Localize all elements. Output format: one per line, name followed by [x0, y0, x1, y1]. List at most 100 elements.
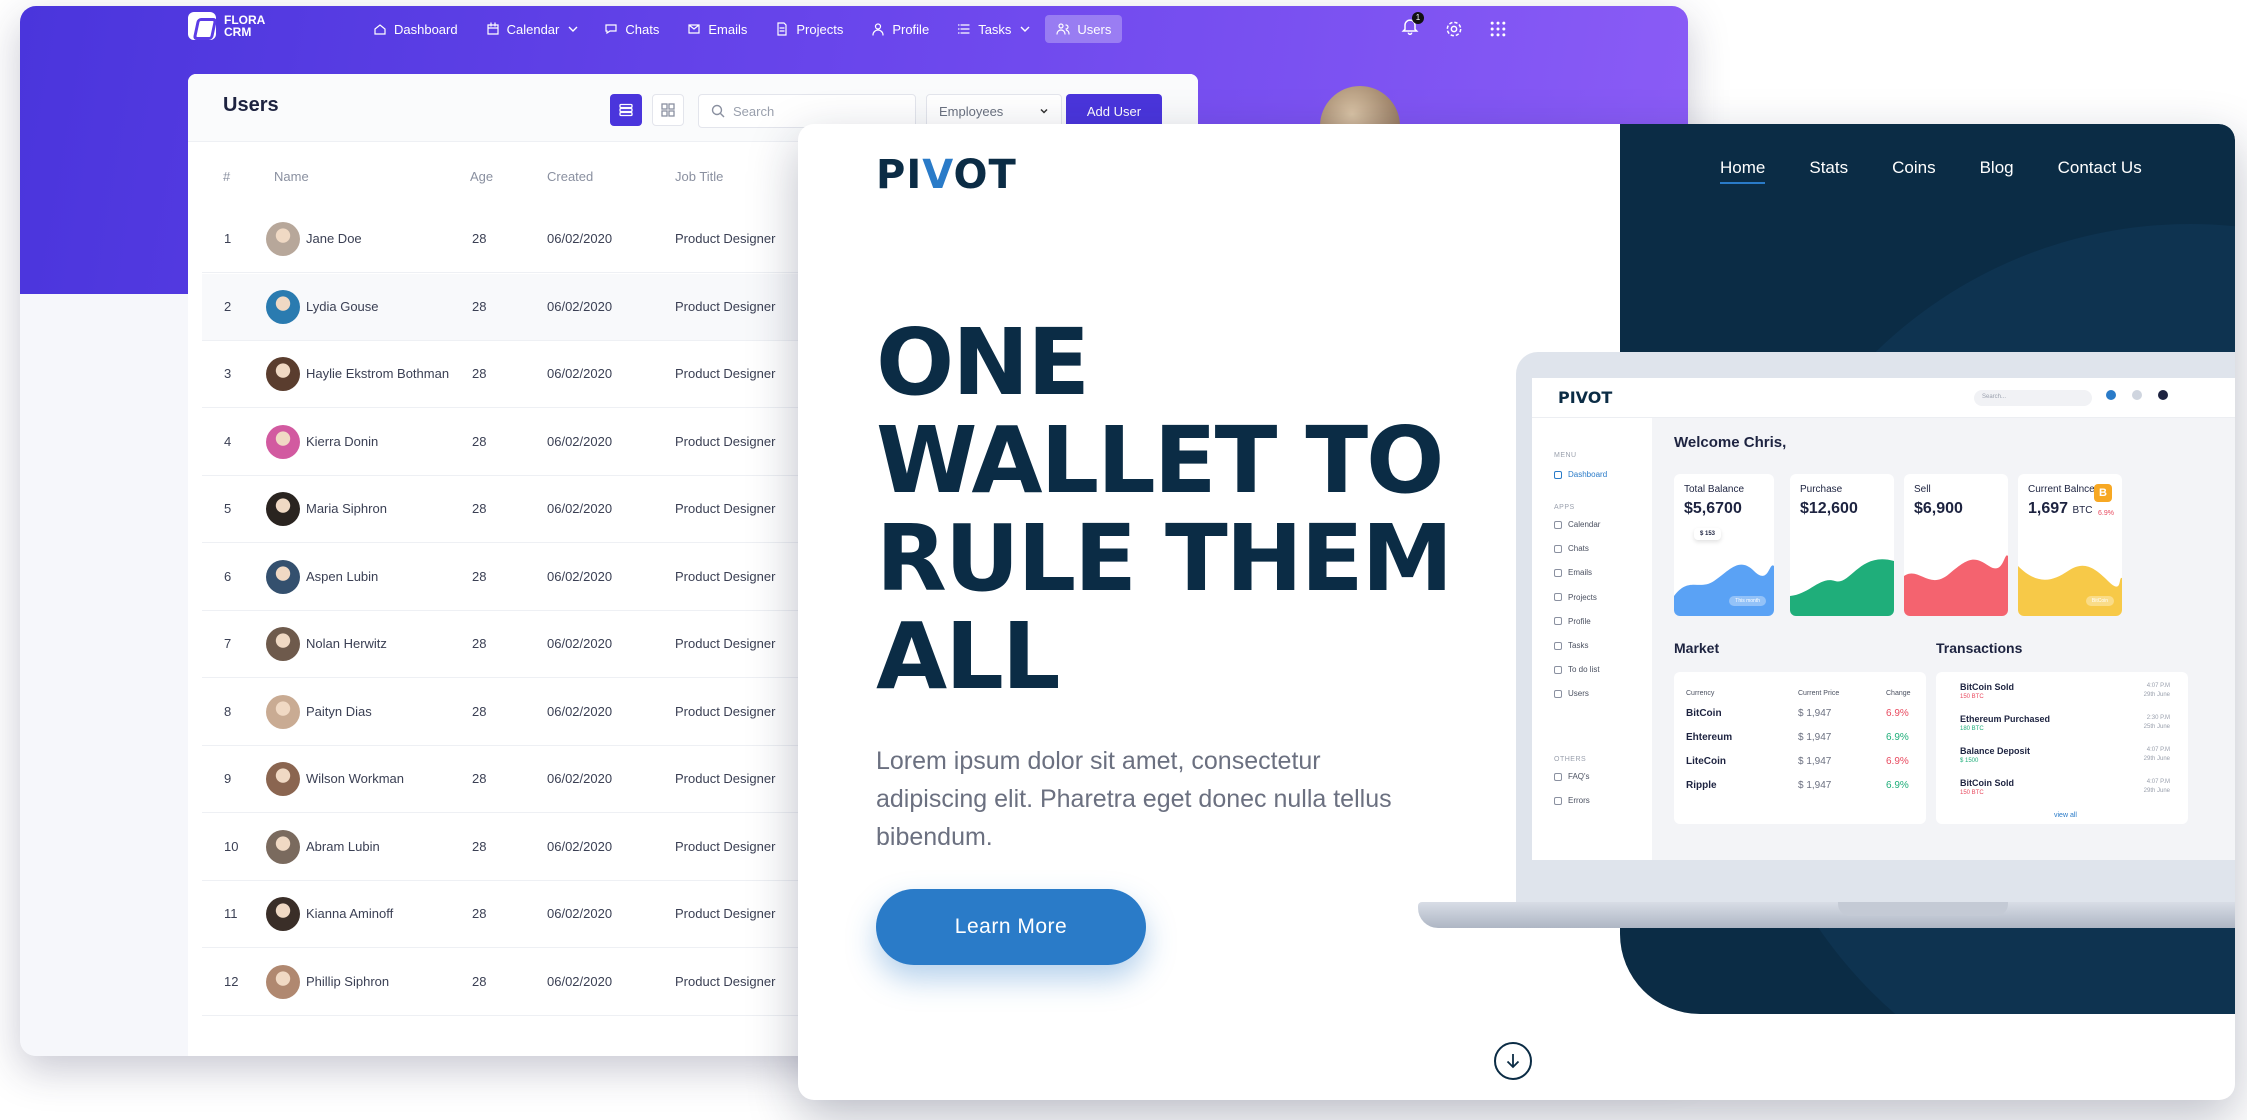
users-icon — [1056, 22, 1071, 36]
sidebar-item-label: Users — [1568, 689, 1589, 699]
add-user-button[interactable]: Add User — [1066, 94, 1162, 128]
grid-view-icon — [661, 103, 675, 117]
nav-projects[interactable]: Projects — [764, 15, 854, 43]
grid-view-button[interactable] — [652, 94, 684, 126]
headline-line: ONE — [876, 309, 1090, 416]
row-number: 5 — [224, 501, 232, 516]
user-search[interactable] — [698, 94, 916, 128]
employee-filter-select[interactable]: Employees — [926, 94, 1062, 128]
pivot-logo[interactable]: PIVOT — [876, 152, 1017, 198]
nav-users[interactable]: Users — [1045, 15, 1123, 43]
market-row: LiteCoin $ 1,947 6.9% — [1674, 756, 1926, 776]
sidebar-item-label: Emails — [1568, 568, 1593, 578]
list-view-icon — [619, 103, 633, 117]
nav-coins[interactable]: Coins — [1892, 158, 1935, 184]
user-name: Aspen Lubin — [306, 568, 379, 584]
column-header-created[interactable]: Created — [547, 169, 593, 184]
nav-profile[interactable]: Profile — [860, 15, 940, 43]
list-icon — [957, 22, 971, 36]
dashboard-topbar: PIVOT Search... — [1532, 378, 2235, 418]
composite-screenshot: FLORA CRM Dashboard Calendar Chats Emails Pr… — [0, 0, 2247, 1120]
coin-name: BitCoin — [1686, 708, 1722, 719]
avatar — [266, 762, 300, 796]
sidebar-item-label: Tasks — [1568, 641, 1589, 650]
sidebar-item-chats: Chats — [1554, 544, 1589, 553]
kpi-amount: $6,900 — [1914, 500, 1963, 517]
market-column-price: Current Price — [1798, 690, 1840, 697]
market-table: Currency Current Price Change BitCoin $ 1… — [1674, 672, 1926, 824]
created-date: 06/02/2020 — [547, 973, 613, 989]
nav-label: Emails — [708, 21, 748, 37]
dashboard-search: Search... — [1974, 390, 2092, 406]
apps-grid-icon[interactable] — [1488, 19, 1508, 39]
nav-blog[interactable]: Blog — [1980, 158, 2014, 184]
nav-tasks[interactable]: Tasks — [946, 15, 1039, 43]
created-date: 06/02/2020 — [547, 906, 613, 921]
avatar — [266, 559, 300, 594]
profile-icon — [1554, 617, 1562, 626]
user-name: Kianna Aminoff — [306, 906, 394, 921]
nav-label: Projects — [796, 21, 844, 37]
nav-emails[interactable]: Emails — [676, 15, 758, 43]
job-title: Product Designer — [675, 231, 776, 246]
nav-stats[interactable]: Stats — [1809, 158, 1848, 184]
transaction-date: 29th June — [2143, 692, 2170, 698]
job-title: Product Designer — [675, 973, 776, 989]
job-title: Product Designer — [675, 906, 776, 921]
kpi-amount: 1,697 — [2028, 500, 2069, 517]
transaction-item: Ethereum Purchased 180 BTC 2:30 P.M 25th Ju… — [1960, 714, 2170, 744]
job-title: Product Designer — [675, 433, 776, 449]
transaction-time: 4:07 P.M — [2146, 683, 2170, 689]
nav-contact-us[interactable]: Contact Us — [2058, 158, 2142, 184]
crm-brand[interactable]: FLORA CRM — [188, 12, 265, 40]
search-input[interactable] — [733, 103, 893, 119]
sidebar-item-label: Dashboard — [1568, 470, 1608, 479]
column-header-number[interactable]: # — [223, 169, 230, 184]
sidebar-item-dashboard: Dashboard — [1554, 470, 1607, 479]
laptop-notch — [1838, 902, 2008, 916]
avatar — [266, 289, 300, 324]
faq-s-icon — [1554, 772, 1562, 781]
kpi-value: $12,600 — [1800, 500, 1858, 518]
sidebar-item-to-do-list: To do list — [1554, 665, 1600, 674]
nav-dashboard[interactable]: Dashboard — [362, 15, 469, 43]
scroll-down-button[interactable] — [1494, 1042, 1532, 1080]
coin-price: $ 1,947 — [1798, 780, 1832, 791]
sidebar-item-label: Calendar — [1568, 520, 1601, 529]
crm-header-actions: 1 — [1400, 12, 1508, 41]
column-header-age[interactable]: Age — [470, 169, 493, 184]
row-number: 1 — [224, 231, 232, 246]
user-age: 28 — [472, 838, 487, 854]
nav-home[interactable]: Home — [1720, 158, 1766, 184]
nav-label: Tasks — [978, 21, 1012, 37]
user-age: 28 — [472, 298, 487, 314]
row-number: 4 — [224, 433, 232, 449]
errors-icon — [1554, 796, 1562, 805]
job-title: Product Designer — [675, 636, 776, 651]
chevron-down-icon — [566, 22, 578, 36]
nav-chats[interactable]: Chats — [593, 15, 670, 43]
row-number: 11 — [224, 906, 238, 921]
transaction-title: BitCoin Sold — [1960, 682, 2014, 692]
headline-line: RULE THEM — [876, 505, 1453, 612]
column-header-job-title[interactable]: Job Title — [675, 169, 723, 184]
emails-icon — [1554, 568, 1562, 577]
headline-line: WALLET TO — [876, 407, 1444, 514]
calendar-icon — [486, 22, 500, 36]
job-title: Product Designer — [675, 366, 776, 381]
market-row: Ripple $ 1,947 6.9% — [1674, 780, 1926, 800]
gear-icon[interactable] — [1444, 19, 1464, 39]
column-header-name[interactable]: Name — [274, 169, 309, 184]
notifications-button[interactable]: 1 — [1400, 12, 1424, 41]
user-age: 28 — [472, 501, 487, 516]
market-heading: Market — [1674, 640, 1720, 656]
learn-more-button[interactable]: Learn More — [876, 889, 1146, 965]
created-date: 06/02/2020 — [547, 298, 613, 314]
sidebar-section-apps: APPS — [1554, 504, 1575, 511]
page-title: Users — [223, 94, 279, 116]
list-view-button[interactable] — [610, 94, 642, 126]
kpi-change: 6.9% — [2098, 510, 2114, 517]
avatar — [266, 222, 300, 256]
kpi-period-pill: BitCoin — [2085, 596, 2114, 606]
nav-calendar[interactable]: Calendar — [475, 15, 588, 43]
